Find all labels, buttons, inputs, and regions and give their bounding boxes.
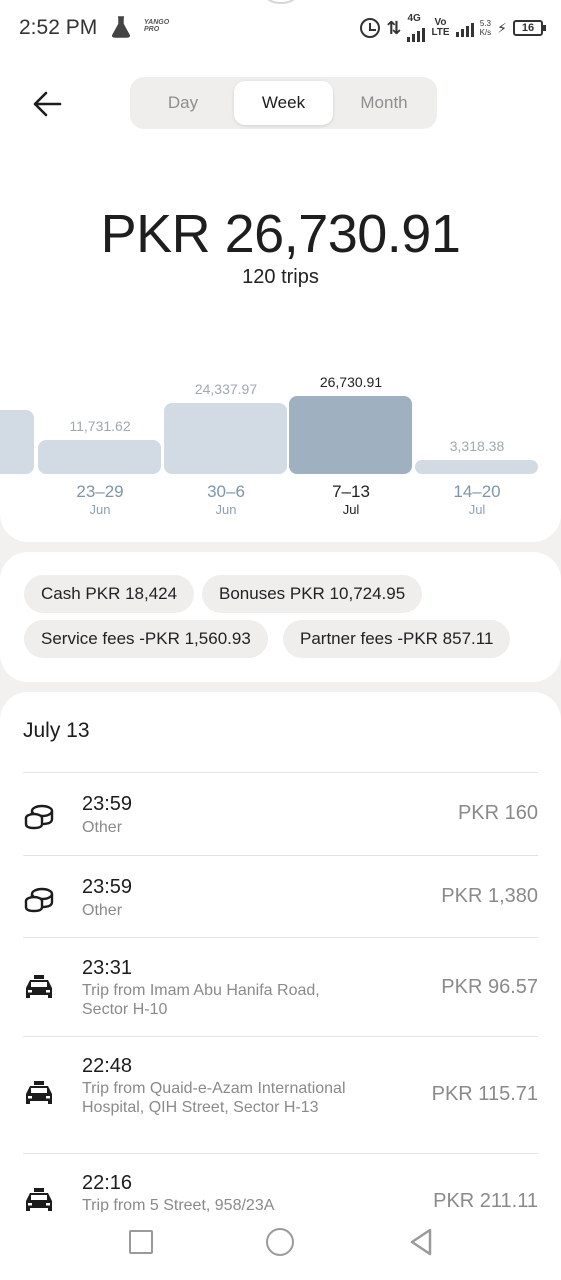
coins-icon (24, 887, 54, 913)
chip-service-fees[interactable]: Service fees -PKR 1,560.93 (24, 620, 268, 658)
home-icon[interactable] (266, 1228, 294, 1256)
transaction-desc: Trip from Quaid-e-Azam International Hos… (82, 1080, 346, 1116)
transaction-time: 23:59 (82, 793, 133, 815)
transaction-desc: Other (82, 819, 123, 836)
chart-bar[interactable] (164, 403, 287, 474)
x-tick-label: 7–13 (332, 482, 370, 501)
transaction-amount: PKR 1,380 (441, 885, 538, 907)
transaction-time: 23:59 (82, 876, 133, 898)
recent-apps-icon[interactable] (129, 1230, 153, 1254)
battery-icon: 16 (513, 20, 546, 36)
bar-value-label: 24,337.97 (194, 381, 258, 397)
x-tick-sublabel: Jun (215, 502, 237, 517)
transaction-amount: PKR 160 (457, 802, 538, 824)
total-earnings: PKR 26,730.91 (100, 204, 461, 264)
data-transfer-icon: ⇅ (386, 17, 402, 38)
chart-bar[interactable] (289, 396, 412, 474)
transaction-row[interactable]: 23:59 Other PKR 160 (23, 772, 538, 855)
bar-value-label: 3,318.38 (449, 438, 505, 454)
transaction-desc: Other (82, 902, 123, 919)
brand-mark: YANGO PRO (144, 19, 170, 33)
status-time: 2:52 PM (19, 16, 98, 39)
tab-week[interactable]: Week (234, 81, 333, 125)
transactions-card: July 13 23:59 Other PKR 160 23:59 Other … (0, 692, 561, 1212)
chip-partner-fees[interactable]: Partner fees -PKR 857.11 (283, 620, 511, 658)
speed-unit: K/s (479, 28, 492, 37)
period-segmented-control: Day Week Month (130, 77, 437, 129)
volte-indicator: Vo LTE (431, 18, 449, 38)
chip-bonuses[interactable]: Bonuses PKR 10,724.95 (202, 575, 423, 613)
bar-value-label: 26,730.91 (319, 374, 383, 390)
volte-bottom: LTE (431, 27, 450, 38)
taxi-icon (26, 975, 52, 998)
weekly-earnings-chart: 11,731.62 23–29 Jun 24,337.97 30–6 Jun 26,730.… (0, 360, 561, 530)
flask-icon (112, 16, 130, 38)
transaction-time: 22:16 (82, 1172, 133, 1194)
back-triangle-icon[interactable] (408, 1227, 434, 1257)
chip-cash[interactable]: Cash PKR 18,424 (24, 575, 195, 613)
transaction-time: 22:48 (82, 1055, 133, 1077)
transaction-row[interactable]: 22:48 Trip from Quaid-e-Azam Internation… (23, 1036, 538, 1153)
tab-day[interactable]: Day (134, 81, 232, 125)
speed-value: 5.3 (479, 19, 491, 28)
x-tick-label: 30–6 (207, 482, 245, 501)
transaction-amount: PKR 96.57 (441, 976, 538, 998)
date-heading: July 13 (23, 719, 90, 742)
taxi-icon (26, 1081, 52, 1104)
transaction-row[interactable]: 23:59 Other PKR 1,380 (23, 855, 538, 937)
network-speed: 5.3 K/s (480, 19, 492, 37)
taxi-icon (26, 1188, 52, 1211)
tab-month[interactable]: Month (335, 81, 433, 125)
x-tick-sublabel: Jul (468, 502, 486, 517)
transaction-desc: Trip from 5 Street, 958/23A (82, 1197, 275, 1212)
network-type: 4G (407, 13, 421, 24)
chart-bar[interactable] (415, 460, 538, 474)
chart-bar[interactable] (38, 440, 161, 474)
signal-icon-2 (455, 19, 474, 37)
transaction-time: 23:31 (82, 957, 133, 979)
system-nav-bar (0, 1212, 561, 1280)
charging-icon: ⚡ (497, 19, 507, 36)
trips-count: 120 trips (242, 266, 319, 288)
transaction-desc: Trip from Imam Abu Hanifa Road, Sector H… (82, 982, 320, 1018)
transaction-amount: PKR 211.11 (433, 1190, 538, 1212)
bar-partial-previous[interactable] (0, 410, 34, 474)
breakdown-card: Cash PKR 18,424 Bonuses PKR 10,724.95 Se… (0, 552, 561, 682)
signal-icon (407, 24, 426, 42)
back-arrow-icon[interactable] (32, 90, 62, 118)
coins-icon (24, 804, 54, 830)
status-indicators: ⇅ 4G Vo LTE 5.3 K/s ⚡ 16 (360, 13, 546, 42)
transaction-row[interactable]: 22:16 Trip from 5 Street, 958/23A PKR 21… (23, 1153, 538, 1212)
bar-value-label: 11,731.62 (69, 418, 131, 434)
alarm-icon (360, 18, 381, 38)
x-tick-label: 23–29 (76, 482, 124, 501)
network-4g: 4G (407, 13, 426, 42)
status-bar: 2:52 PM YANGO PRO ⇅ 4G Vo LTE 5.3 K/s ⚡ … (0, 0, 561, 58)
pull-handle (258, 0, 304, 4)
x-tick-sublabel: Jul (342, 502, 360, 517)
x-tick-sublabel: Jun (89, 502, 111, 517)
x-tick-label: 14–20 (453, 482, 501, 501)
transaction-amount: PKR 115.71 (431, 1083, 538, 1105)
transaction-row[interactable]: 23:31 Trip from Imam Abu Hanifa Road, Se… (23, 937, 538, 1036)
